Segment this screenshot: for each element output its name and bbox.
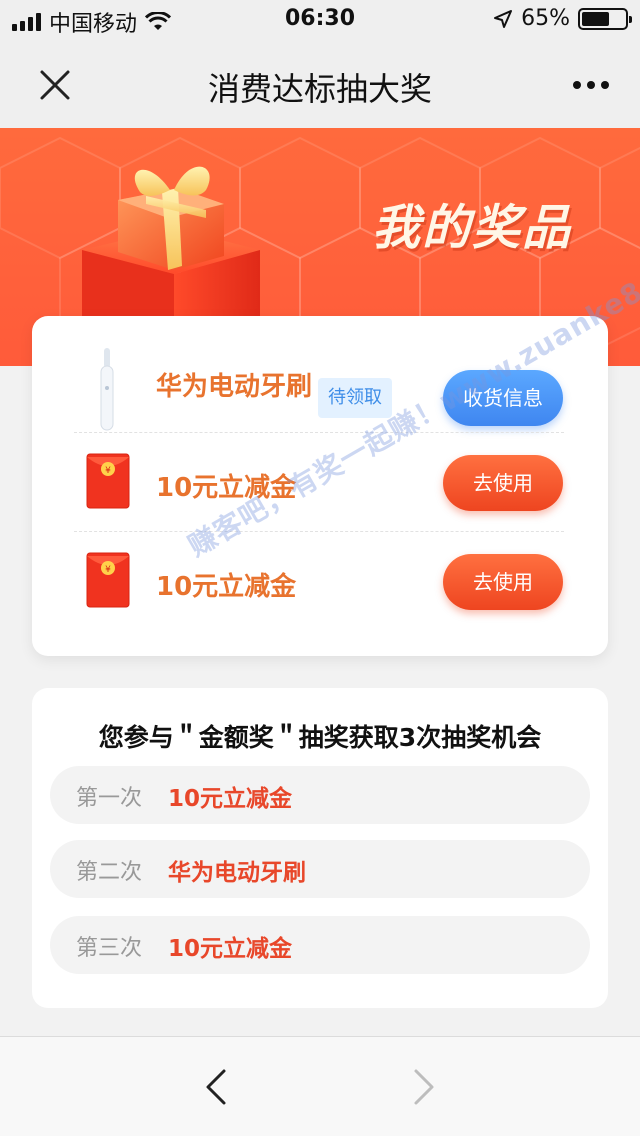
chance-label: 第三次: [76, 936, 143, 961]
svg-text:¥: ¥: [105, 466, 111, 476]
chevron-left-icon[interactable]: [196, 1065, 240, 1109]
red-envelope-icon: ¥: [86, 453, 130, 509]
chance-value: 10元立减金: [168, 936, 293, 962]
chance-row: 第三次 10元立减金: [50, 916, 590, 974]
chance-label: 第一次: [76, 786, 143, 811]
chance-label: 第二次: [76, 860, 143, 885]
battery-icon: [578, 7, 632, 30]
status-bar: 中国移动 06:30 65%: [0, 0, 640, 40]
use-button[interactable]: 去使用: [443, 455, 563, 511]
prize-row: ¥ 10元立减金 去使用: [74, 531, 564, 631]
banner-title: 我的奖品: [371, 200, 572, 256]
chances-title: 您参与＂金额奖＂抽奖获取3次抽奖机会: [98, 723, 542, 752]
page-title: 消费达标抽大奖: [207, 70, 432, 108]
location-arrow-icon: [494, 9, 513, 28]
lottery-chances-card: 您参与＂金额奖＂抽奖获取3次抽奖机会 第一次 10元立减金 第二次 华为电动牙刷…: [32, 688, 608, 1008]
status-right: 65%: [493, 6, 632, 31]
toothbrush-icon: [100, 348, 114, 431]
chance-row: 第一次 10元立减金: [50, 766, 590, 824]
chance-value: 华为电动牙刷: [168, 860, 306, 886]
chance-value: 10元立减金: [168, 786, 293, 812]
prize-name: 10元立减金: [156, 572, 297, 602]
more-icon[interactable]: [566, 60, 616, 110]
red-envelope-icon: ¥: [86, 552, 130, 608]
battery-percent: 65%: [521, 6, 570, 31]
prize-name: 华为电动牙刷: [156, 372, 313, 402]
bottom-toolbar: [0, 1036, 640, 1136]
svg-text:¥: ¥: [105, 565, 111, 575]
chevron-right-icon[interactable]: [400, 1065, 444, 1109]
battery-fill: [582, 11, 610, 26]
nav-bar: 消费达标抽大奖: [0, 40, 640, 128]
use-button[interactable]: 去使用: [443, 554, 563, 610]
chance-row: 第二次 华为电动牙刷: [50, 840, 590, 898]
status-badge: 待领取: [318, 378, 392, 418]
